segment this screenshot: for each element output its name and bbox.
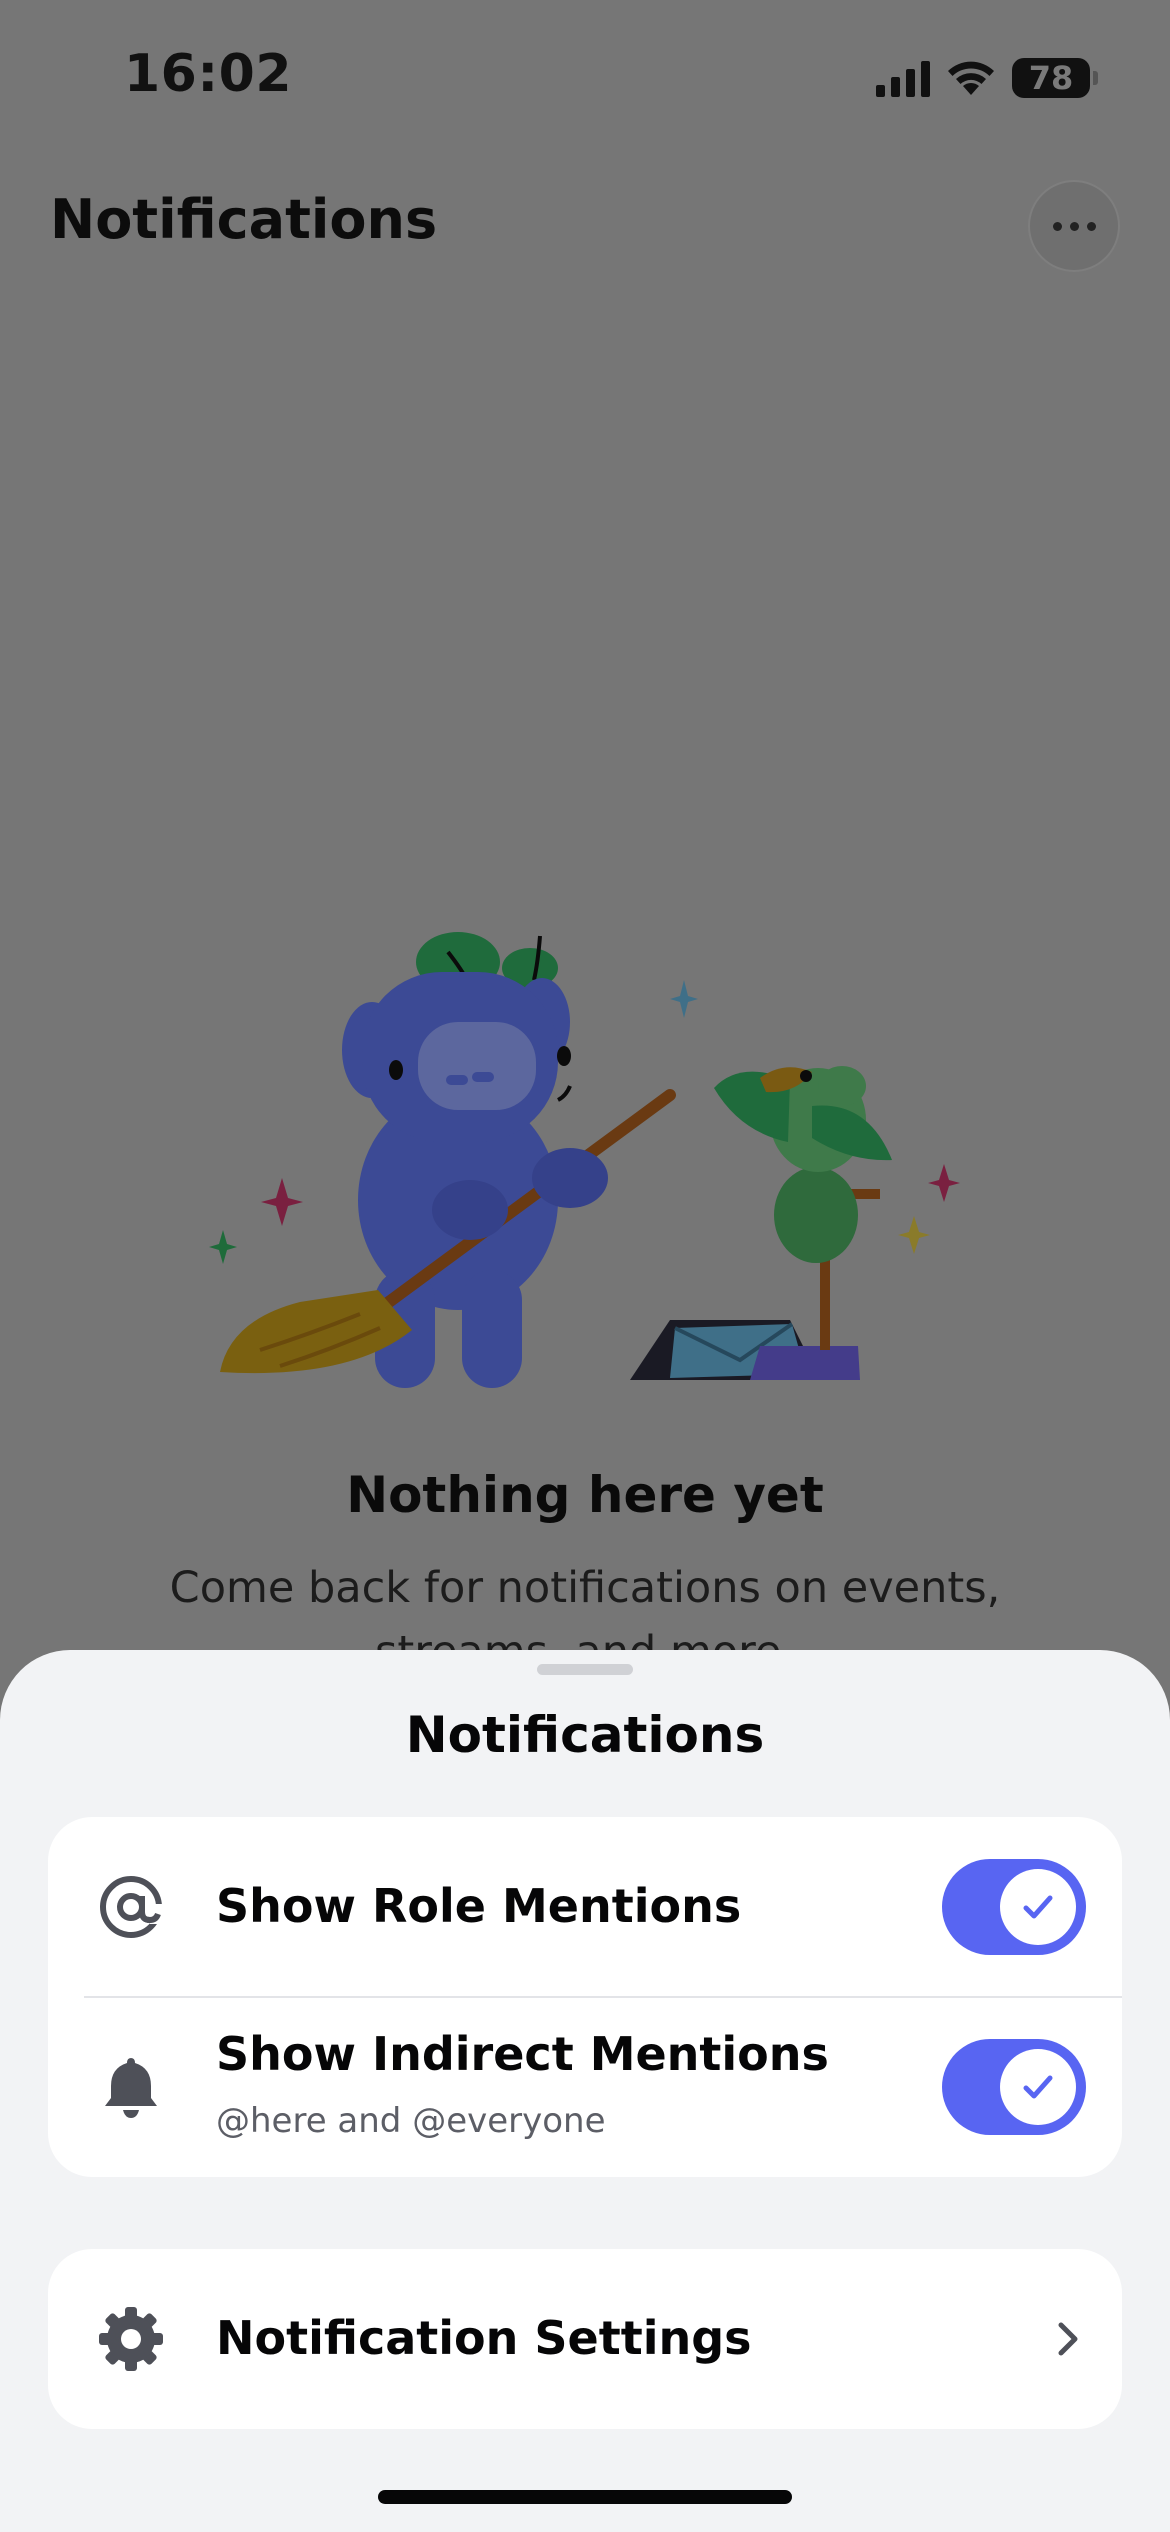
empty-state-illustration: [209, 932, 960, 1388]
role-mentions-row[interactable]: Show Role Mentions: [48, 1817, 1122, 1998]
role-mentions-toggle[interactable]: [942, 1859, 1086, 1955]
notification-settings-label: Notification Settings: [216, 2311, 752, 2365]
notifications-sheet: Notifications Show Role Mentions Show In…: [0, 1650, 1170, 2532]
wifi-icon: [948, 61, 994, 95]
gear-icon: [96, 2304, 166, 2374]
indirect-mentions-label: Show Indirect Mentions: [216, 2027, 829, 2081]
notification-settings-row[interactable]: Notification Settings: [48, 2249, 1122, 2429]
status-time: 16:02: [124, 44, 293, 104]
ellipsis-icon: [1052, 221, 1096, 231]
empty-state-title: Nothing here yet: [346, 1466, 824, 1524]
at-icon: [96, 1872, 166, 1942]
status-icons: 78: [876, 56, 1098, 100]
bell-icon: [96, 2052, 166, 2122]
page-title: Notifications: [50, 188, 438, 251]
home-indicator[interactable]: [378, 2490, 792, 2504]
indirect-mentions-sublabel: @here and @everyone: [216, 2101, 606, 2141]
mention-settings-card: Show Role Mentions Show Indirect Mention…: [48, 1817, 1122, 2177]
sheet-grab-handle[interactable]: [537, 1664, 633, 1675]
indirect-mentions-toggle[interactable]: [942, 2039, 1086, 2135]
checkmark-icon: [1000, 2049, 1076, 2125]
notification-settings-card[interactable]: Notification Settings: [48, 2249, 1122, 2429]
sheet-title: Notifications: [405, 1706, 765, 1764]
role-mentions-label: Show Role Mentions: [216, 1879, 742, 1933]
battery-icon: 78: [1012, 58, 1098, 98]
checkmark-icon: [1000, 1869, 1076, 1945]
signal-icon: [876, 59, 930, 97]
chevron-right-icon: [1048, 2319, 1088, 2359]
more-options-button[interactable]: [1028, 180, 1120, 272]
indirect-mentions-row[interactable]: Show Indirect Mentions @here and @everyo…: [48, 1997, 1122, 2177]
status-bar: 16:02 78: [0, 0, 1170, 150]
